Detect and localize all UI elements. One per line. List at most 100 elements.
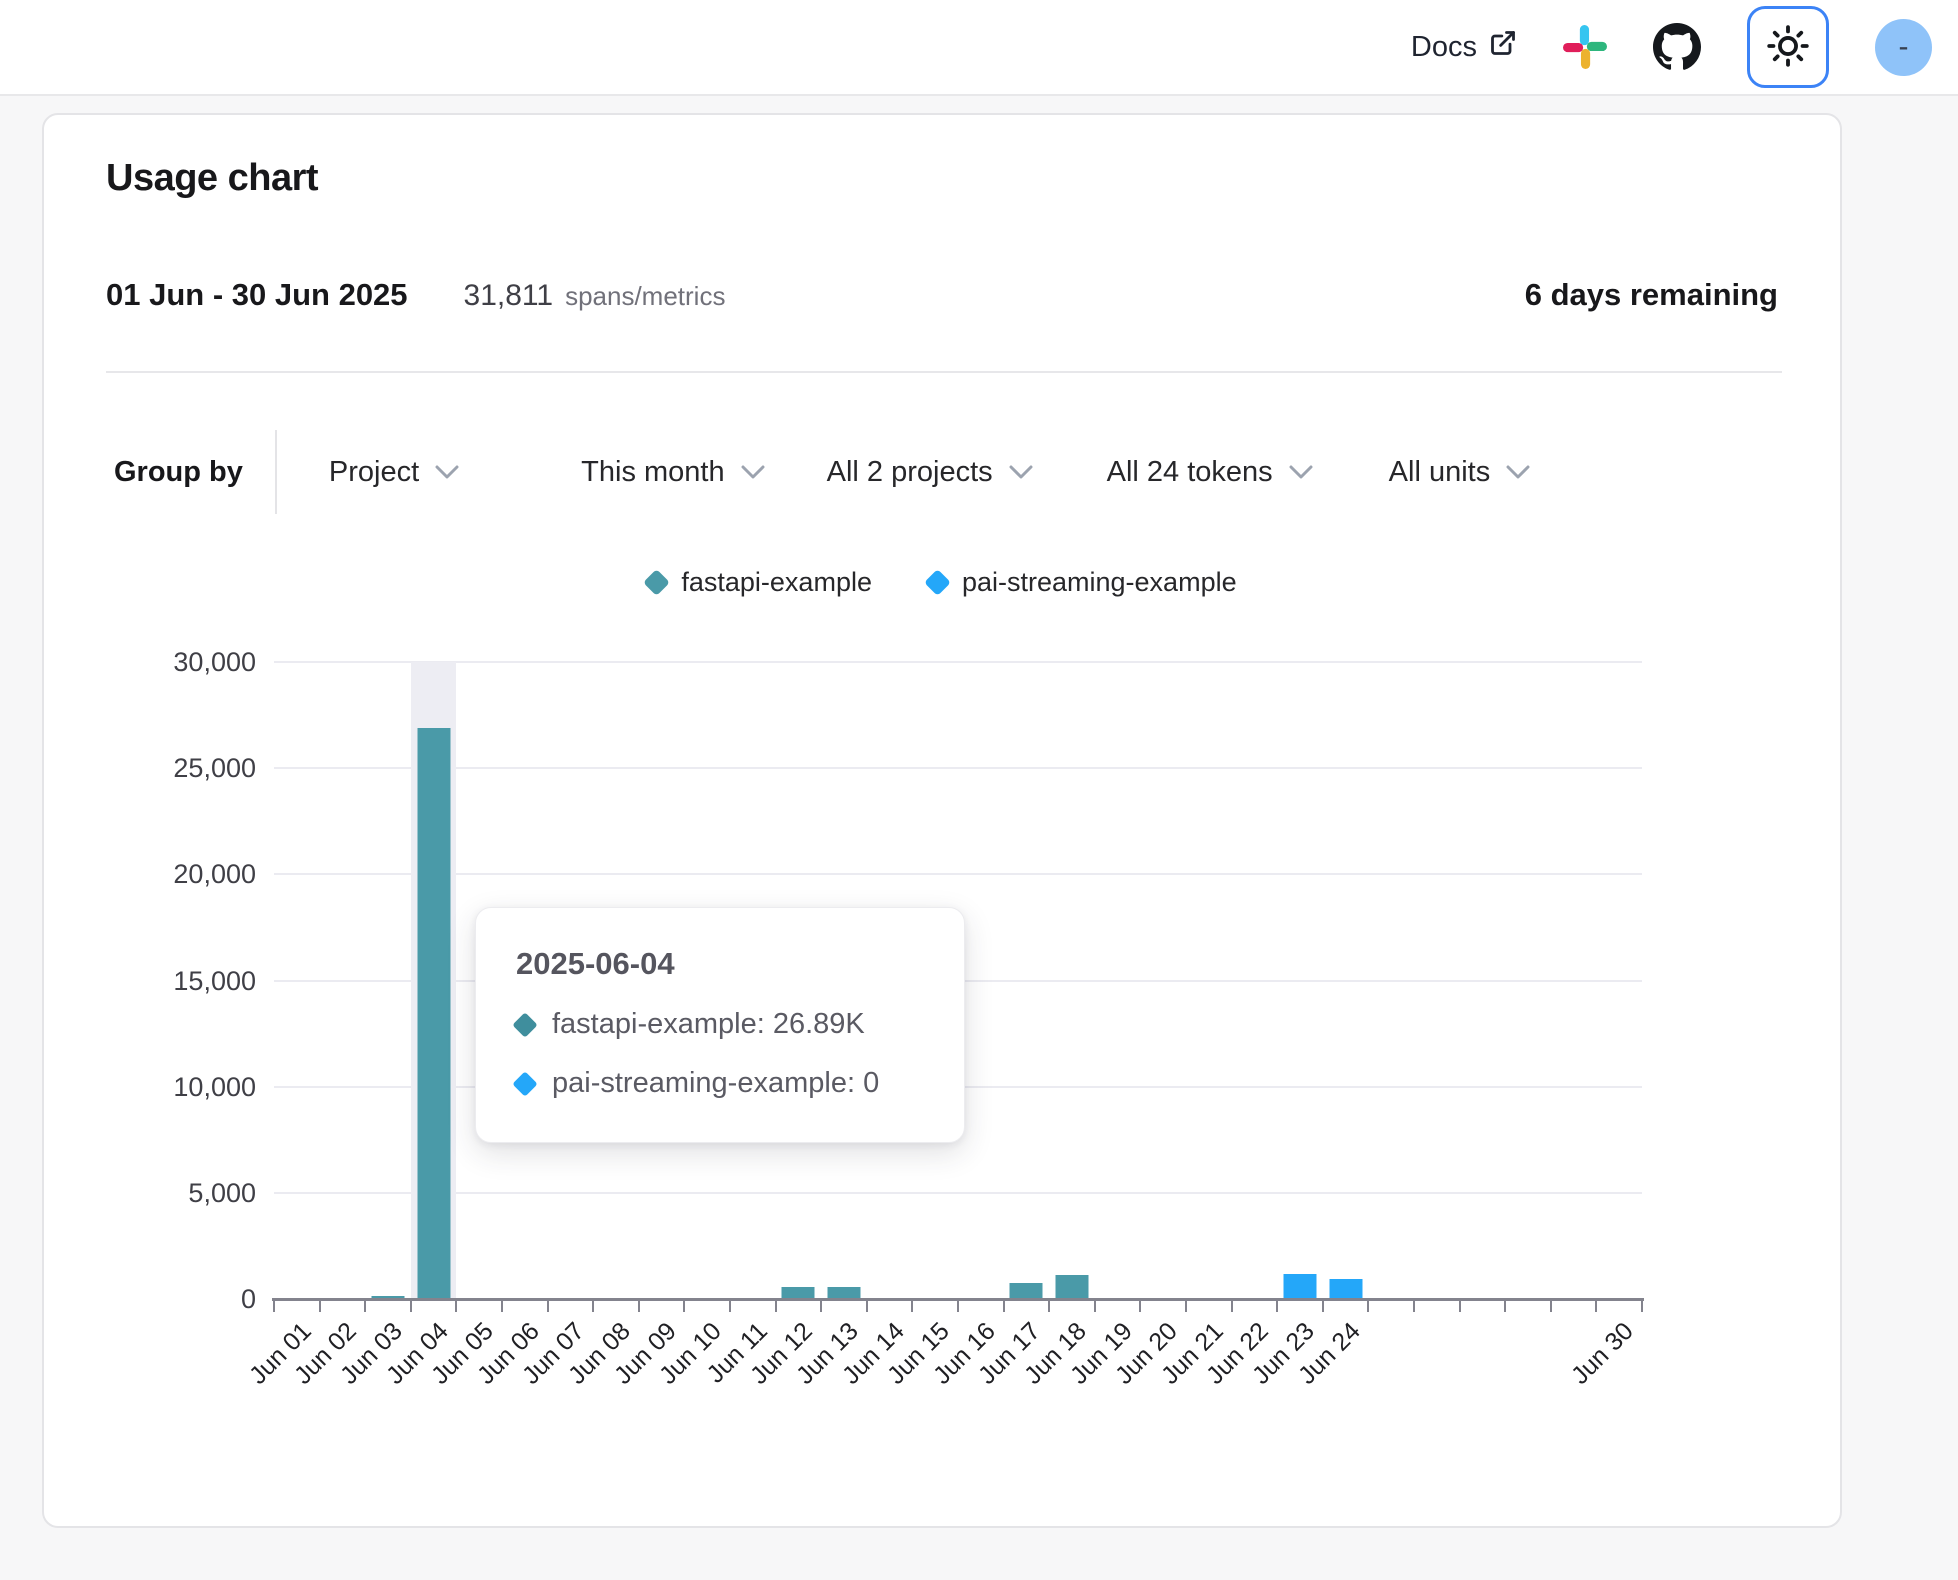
- x-axis-tick: [1413, 1301, 1415, 1312]
- group-by-label: Group by: [114, 456, 243, 489]
- y-axis-label: 0: [108, 1284, 256, 1315]
- bar-fastapi-example[interactable]: [1055, 1275, 1088, 1299]
- chart-band-jun-20[interactable]: [1140, 662, 1186, 1299]
- chart-band-jun-18[interactable]: [1049, 662, 1095, 1299]
- period-dropdown[interactable]: This month: [581, 456, 764, 489]
- x-axis-label: Jun 30: [1566, 1317, 1640, 1391]
- docs-link[interactable]: Docs: [1411, 29, 1517, 65]
- legend-label: fastapi-example: [681, 567, 872, 598]
- legend-diamond-icon: [643, 569, 670, 596]
- chart-band-jun-01[interactable]: [274, 662, 320, 1299]
- chart-band-jun-27[interactable]: [1460, 662, 1506, 1299]
- group-by-dropdown[interactable]: Project: [329, 456, 459, 489]
- x-axis-tick: [1367, 1301, 1369, 1312]
- total-unit: spans/metrics: [565, 281, 725, 312]
- chart-band-jun-03[interactable]: [365, 662, 411, 1299]
- x-axis-tick: [1459, 1301, 1461, 1312]
- x-axis-tick: [820, 1301, 822, 1312]
- x-axis-tick: [638, 1301, 640, 1312]
- legend-item-fastapi-example[interactable]: fastapi-example: [647, 567, 872, 598]
- bar-pai-streaming-example[interactable]: [1283, 1274, 1316, 1299]
- x-axis-tick: [729, 1301, 731, 1312]
- y-axis-label: 15,000: [108, 966, 256, 997]
- projects-dropdown[interactable]: All 2 projects: [827, 456, 1033, 489]
- chart-band-jun-17[interactable]: [1004, 662, 1050, 1299]
- x-axis-tick: [501, 1301, 503, 1312]
- chart-band-jun-24[interactable]: [1323, 662, 1369, 1299]
- x-axis-tick: [455, 1301, 457, 1312]
- tooltip-row: fastapi-example: 26.89K: [516, 1008, 924, 1041]
- x-axis-tick: [1048, 1301, 1050, 1312]
- dropdown-value: All 24 tokens: [1107, 456, 1273, 489]
- chevron-down-icon: [1289, 465, 1313, 479]
- chevron-down-icon: [1009, 465, 1033, 479]
- docs-label: Docs: [1411, 31, 1477, 64]
- y-axis-label: 30,000: [108, 647, 256, 678]
- tooltip-diamond-icon: [512, 1071, 537, 1096]
- page-title: Usage chart: [106, 157, 318, 200]
- usage-total: 31,811 spans/metrics: [464, 279, 726, 313]
- dropdown-value: All units: [1389, 456, 1491, 489]
- tooltip-row: pai-streaming-example: 0: [516, 1067, 924, 1100]
- tooltip-series-value: pai-streaming-example: 0: [552, 1067, 879, 1100]
- tooltip-series-value: fastapi-example: 26.89K: [552, 1008, 865, 1041]
- chart-band-jun-25[interactable]: [1368, 662, 1414, 1299]
- chart-band-jun-30[interactable]: [1596, 662, 1642, 1299]
- chevron-down-icon: [1506, 465, 1530, 479]
- x-axis-tick: [1504, 1301, 1506, 1312]
- x-axis-tick: [1550, 1301, 1552, 1312]
- chart-band-jun-22[interactable]: [1232, 662, 1278, 1299]
- external-link-icon: [1489, 29, 1517, 65]
- chart-band-jun-23[interactable]: [1277, 662, 1323, 1299]
- avatar[interactable]: -: [1875, 19, 1932, 76]
- x-axis-tick: [1185, 1301, 1187, 1312]
- x-axis-tick: [273, 1301, 275, 1312]
- x-axis-tick: [319, 1301, 321, 1312]
- tokens-dropdown[interactable]: All 24 tokens: [1107, 456, 1313, 489]
- x-axis-tick: [410, 1301, 412, 1312]
- x-axis-tick: [866, 1301, 868, 1312]
- github-icon[interactable]: [1653, 23, 1701, 71]
- filter-separator: [275, 430, 277, 514]
- theme-toggle-button[interactable]: [1747, 6, 1829, 88]
- x-axis-tick: [911, 1301, 913, 1312]
- x-axis-tick: [683, 1301, 685, 1312]
- tooltip-date: 2025-06-04: [516, 946, 924, 982]
- days-remaining: 6 days remaining: [1525, 277, 1778, 313]
- x-axis-tick: [1094, 1301, 1096, 1312]
- x-axis-tick: [1003, 1301, 1005, 1312]
- sun-icon: [1765, 23, 1811, 72]
- slack-icon[interactable]: [1563, 25, 1607, 69]
- x-axis-tick: [592, 1301, 594, 1312]
- usage-meta-row: 01 Jun - 30 Jun 2025 31,811 spans/metric…: [106, 277, 1778, 313]
- tooltip-diamond-icon: [512, 1012, 537, 1037]
- usage-card: Usage chart 01 Jun - 30 Jun 2025 31,811 …: [42, 113, 1842, 1528]
- x-axis-tick: [1139, 1301, 1141, 1312]
- total-count: 31,811: [464, 279, 554, 313]
- y-axis-label: 10,000: [108, 1072, 256, 1103]
- legend-diamond-icon: [924, 569, 951, 596]
- y-axis-label: 25,000: [108, 753, 256, 784]
- legend-item-pai-streaming-example[interactable]: pai-streaming-example: [928, 567, 1237, 598]
- chart-band-jun-02[interactable]: [320, 662, 366, 1299]
- units-dropdown[interactable]: All units: [1389, 456, 1531, 489]
- y-axis-label: 5,000: [108, 1178, 256, 1209]
- bar-fastapi-example[interactable]: [1010, 1283, 1043, 1299]
- chart-band-jun-28[interactable]: [1505, 662, 1551, 1299]
- filter-row: Group by Project This month All 2 projec…: [114, 430, 1530, 514]
- x-axis-tick: [775, 1301, 777, 1312]
- chart-band-jun-19[interactable]: [1095, 662, 1141, 1299]
- chart-band-jun-04[interactable]: [411, 662, 457, 1299]
- x-axis-tick: [957, 1301, 959, 1312]
- chart-band-jun-21[interactable]: [1186, 662, 1232, 1299]
- legend-label: pai-streaming-example: [962, 567, 1237, 598]
- topbar: Docs: [0, 0, 1958, 96]
- chart-band-jun-29[interactable]: [1551, 662, 1597, 1299]
- bar-fastapi-example[interactable]: [417, 728, 450, 1299]
- chart-tooltip: 2025-06-04 fastapi-example: 26.89K pai-st…: [475, 907, 965, 1143]
- dropdown-value: Project: [329, 456, 419, 489]
- x-axis-tick: [1322, 1301, 1324, 1312]
- chart-band-jun-26[interactable]: [1414, 662, 1460, 1299]
- x-axis-tick: [364, 1301, 366, 1312]
- bar-pai-streaming-example[interactable]: [1329, 1279, 1362, 1299]
